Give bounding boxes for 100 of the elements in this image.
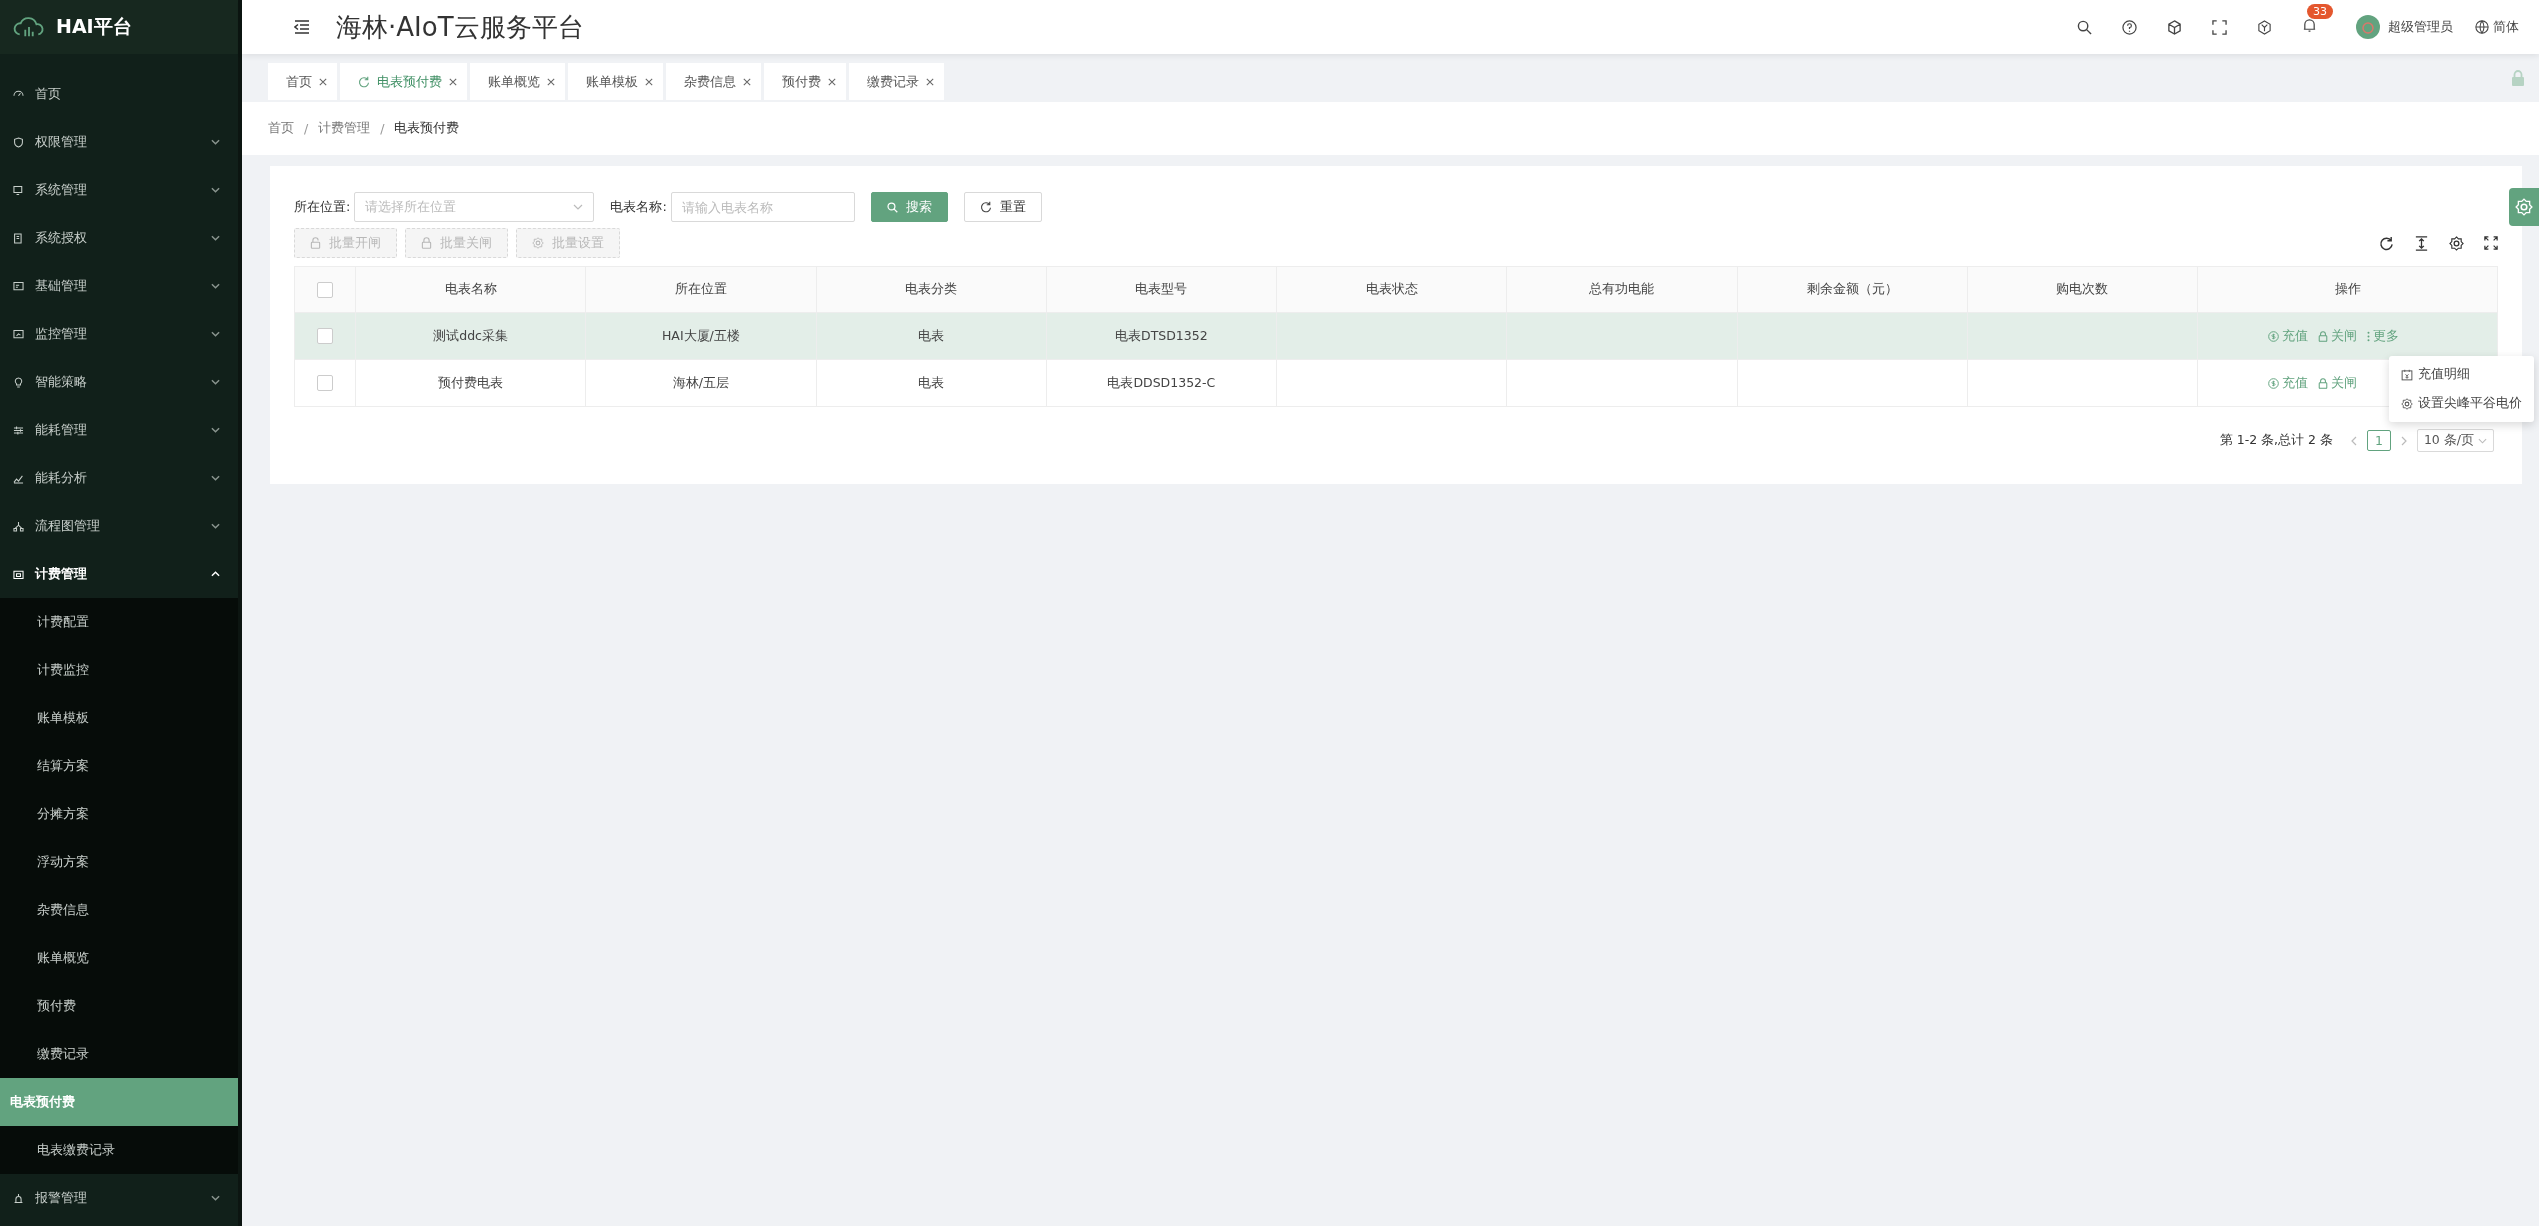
close-icon[interactable]: [547, 77, 555, 86]
row-height-icon[interactable]: [2414, 235, 2429, 251]
settings-drawer-button[interactable]: [2509, 188, 2539, 226]
reset-button[interactable]: 重置: [963, 192, 1042, 222]
chevron-down-icon: [2478, 437, 2487, 444]
chevron-down-icon: [211, 427, 220, 433]
sidebar-item[interactable]: 智能策略: [0, 358, 238, 406]
page-tab[interactable]: 缴费记录: [849, 63, 944, 100]
close-icon[interactable]: [645, 77, 653, 86]
calendar-icon: [2401, 368, 2413, 381]
language-menu[interactable]: 简体: [2493, 18, 2519, 36]
sidebar-item[interactable]: 权限管理: [0, 118, 238, 166]
sidebar-subitem[interactable]: 浮动方案: [0, 838, 238, 886]
chevron-down-icon: [211, 139, 220, 145]
refresh-icon: [979, 201, 992, 213]
sidebar-item[interactable]: 报警管理: [0, 1174, 238, 1222]
settings-icon: [2515, 198, 2533, 216]
search-icon: [886, 201, 898, 213]
alarm-icon: [12, 1191, 25, 1205]
refresh-icon: [358, 75, 370, 88]
lock-icon: [421, 237, 432, 249]
meter-name-field[interactable]: 请输入电表名称: [670, 192, 855, 222]
close-icon[interactable]: [319, 77, 327, 86]
sidebar-item[interactable]: 能耗管理: [0, 406, 238, 454]
sidebar-item[interactable]: 基础管理: [0, 262, 238, 310]
search-icon[interactable]: [2077, 19, 2092, 35]
avatar-icon[interactable]: [2356, 15, 2380, 39]
lock-icon: [2318, 330, 2328, 342]
page-tab[interactable]: 杂费信息: [666, 63, 761, 100]
user-name[interactable]: 超级管理员: [2388, 18, 2453, 36]
sidebar-subitem[interactable]: 电表缴费记录: [0, 1126, 238, 1174]
chevron-down-icon: [211, 523, 220, 529]
chart-window-icon: [12, 327, 25, 341]
chevron-down-icon: [211, 331, 220, 337]
chevron-down-icon: [211, 475, 220, 481]
chevron-down-icon: [211, 1195, 220, 1201]
table-cell: 测试ddc采集: [433, 327, 508, 345]
breadcrumb-item[interactable]: 计费管理: [318, 120, 371, 137]
breadcrumb-item: 电表预付费: [394, 120, 460, 137]
close-icon[interactable]: [449, 77, 457, 86]
reload-icon[interactable]: [2379, 235, 2394, 251]
hexagon-icon[interactable]: [2257, 19, 2272, 35]
close-icon[interactable]: [926, 77, 934, 86]
fullscreen-icon[interactable]: [2484, 236, 2498, 250]
sidebar-item[interactable]: 首页: [0, 70, 238, 118]
chevron-down-icon: [211, 283, 220, 289]
page-tab[interactable]: 预付费: [764, 63, 846, 100]
close-icon[interactable]: [743, 77, 751, 86]
sidebar-subitem[interactable]: 杂费信息: [0, 886, 238, 934]
help-icon[interactable]: [2122, 19, 2137, 35]
table-row[interactable]: 测试ddc采集 HAI大厦/五楼 电表 电表DTSD1352 充值 关闸 更多: [295, 312, 2497, 359]
sidebar-subitem[interactable]: 计费配置: [0, 598, 238, 646]
breadcrumb-item[interactable]: 首页: [268, 120, 294, 137]
cube-icon[interactable]: [2167, 19, 2182, 35]
settings-icon: [2401, 397, 2413, 410]
breadcrumb-separator: /: [304, 121, 309, 136]
sidebar-item[interactable]: 系统管理: [0, 166, 238, 214]
chevron-down-icon: [211, 379, 220, 385]
table-cell: HAI大厦/五楼: [661, 327, 740, 345]
menu-fold-icon[interactable]: [294, 20, 310, 34]
chevron-up-icon: [211, 571, 220, 577]
globe-icon[interactable]: [2475, 20, 2489, 34]
sidebar-item[interactable]: 系统授权: [0, 214, 238, 262]
sidebar-subitem[interactable]: 账单模板: [0, 694, 238, 742]
sidebar-subitem[interactable]: 预付费: [0, 982, 238, 1030]
shield-icon: [12, 135, 25, 149]
monitor-icon: [12, 183, 25, 197]
breadcrumb-separator: /: [380, 121, 385, 136]
pagination-summary: 第 1-2 条,总计 2 条: [2219, 432, 2333, 449]
sidebar-item[interactable]: 能耗分析: [0, 454, 238, 502]
sidebar-subitem[interactable]: 账单概览: [0, 934, 238, 982]
sidebar-item[interactable]: 监控管理: [0, 310, 238, 358]
dollar-icon: [2268, 377, 2279, 389]
table-cell: 海林/五层: [672, 374, 729, 392]
bell-icon[interactable]: [2302, 18, 2317, 33]
chevron-down-icon: [211, 235, 220, 241]
filter-label: 电表名称:: [610, 198, 667, 216]
app-title: HAI平台: [56, 14, 132, 39]
row-checkbox[interactable]: [317, 328, 333, 344]
sidebar-subitem[interactable]: 缴费记录: [0, 1030, 238, 1078]
page-size-select[interactable]: 10 条/页: [2416, 429, 2494, 452]
page-tab[interactable]: 账单模板: [568, 63, 663, 100]
page-tab[interactable]: 账单概览: [470, 63, 565, 100]
settings-icon[interactable]: [2449, 235, 2464, 251]
flowchart-icon: [12, 519, 25, 533]
bulb-icon: [12, 375, 25, 389]
notification-badge: 33: [2307, 4, 2333, 19]
sidebar-item[interactable]: 流程图管理: [0, 502, 238, 550]
select-all-checkbox[interactable]: [317, 281, 333, 298]
sidebar-subitem[interactable]: 分摊方案: [0, 790, 238, 838]
sidebar-subitem[interactable]: 结算方案: [0, 742, 238, 790]
row-checkbox[interactable]: [317, 375, 333, 391]
sidebar-item[interactable]: 计费管理: [0, 550, 238, 598]
page-tab[interactable]: 电表预付费: [340, 63, 467, 100]
table-cell: 预付费电表: [438, 374, 504, 392]
close-icon[interactable]: [828, 77, 836, 86]
page-tab[interactable]: 首页: [268, 63, 337, 100]
filter-label: 所在位置:: [294, 198, 351, 216]
chevron-down-icon: [211, 187, 220, 193]
sidebar-subitem[interactable]: 计费监控: [0, 646, 238, 694]
